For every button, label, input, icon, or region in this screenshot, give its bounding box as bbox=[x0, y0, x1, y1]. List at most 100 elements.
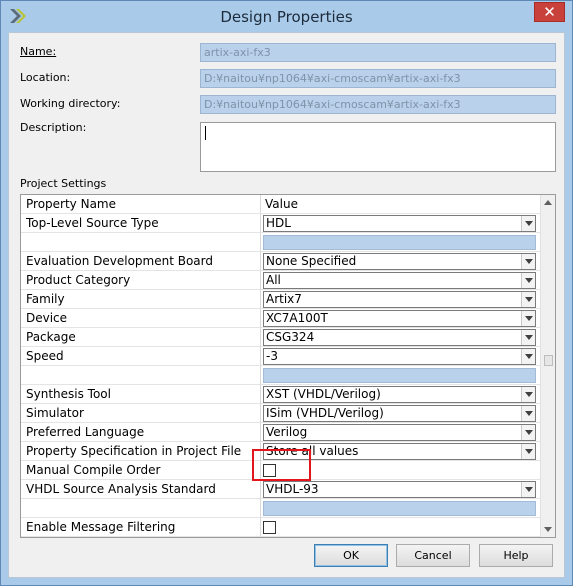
property-value-dropdown[interactable]: XST (VHDL/Verilog) bbox=[263, 386, 536, 403]
chevron-down-icon bbox=[544, 527, 552, 532]
property-name bbox=[21, 233, 261, 252]
annotation-highlight-box bbox=[252, 449, 311, 481]
dropdown-selected-value: Artix7 bbox=[266, 292, 302, 306]
property-row-speed: Speed -3 bbox=[21, 347, 540, 366]
property-value-dropdown[interactable]: Verilog bbox=[263, 424, 536, 441]
dropdown-selected-value: HDL bbox=[266, 216, 291, 230]
empty-value-field[interactable] bbox=[263, 235, 536, 250]
dropdown-arrow-icon[interactable] bbox=[521, 406, 535, 421]
property-value-dropdown[interactable]: -3 bbox=[263, 348, 536, 365]
dropdown-arrow-icon[interactable] bbox=[521, 273, 535, 288]
property-row-simulator: Simulator ISim (VHDL/Verilog) bbox=[21, 404, 540, 423]
property-value-cell: None Specified bbox=[261, 252, 540, 271]
property-name: Product Category bbox=[21, 271, 261, 290]
dropdown-arrow-icon[interactable] bbox=[521, 216, 535, 231]
property-row-blank bbox=[21, 499, 540, 518]
property-value-cell: VHDL-93 bbox=[261, 480, 540, 499]
dropdown-selected-value: VHDL-93 bbox=[266, 482, 319, 496]
property-name: Speed bbox=[21, 347, 261, 366]
dropdown-arrow-icon[interactable] bbox=[521, 349, 535, 364]
property-name-header: Property Name bbox=[21, 195, 261, 214]
name-label: Name: bbox=[20, 45, 56, 58]
property-value-cell: XC7A100T bbox=[261, 309, 540, 328]
description-field[interactable] bbox=[200, 122, 556, 172]
property-checkbox[interactable] bbox=[263, 521, 276, 534]
empty-value-field[interactable] bbox=[263, 501, 536, 516]
ok-button[interactable]: OK bbox=[314, 544, 388, 567]
property-name: Top-Level Source Type bbox=[21, 214, 261, 233]
property-value-cell bbox=[261, 518, 540, 537]
title-bar[interactable]: Design Properties ✕ bbox=[1, 1, 572, 33]
dialog-body: Name: artix-axi-fx3 Location: D:¥naitou¥… bbox=[8, 32, 565, 578]
property-value-dropdown[interactable]: CSG324 bbox=[263, 329, 536, 346]
property-row-blank bbox=[21, 233, 540, 252]
dropdown-arrow-icon[interactable] bbox=[521, 444, 535, 459]
property-value-cell: -3 bbox=[261, 347, 540, 366]
dropdown-arrow-icon[interactable] bbox=[521, 425, 535, 440]
cancel-button[interactable]: Cancel bbox=[396, 544, 470, 567]
property-value-dropdown[interactable]: Artix7 bbox=[263, 291, 536, 308]
value-header: Value bbox=[261, 195, 540, 214]
working-directory-field[interactable]: D:¥naitou¥np1064¥axi-cmoscam¥artix-axi-f… bbox=[200, 95, 556, 114]
scroll-down-button[interactable] bbox=[541, 522, 555, 537]
property-value-dropdown[interactable]: ISim (VHDL/Verilog) bbox=[263, 405, 536, 422]
property-row-family: Family Artix7 bbox=[21, 290, 540, 309]
property-name bbox=[21, 499, 261, 518]
property-row-product-category: Product Category All bbox=[21, 271, 540, 290]
help-button[interactable]: Help bbox=[479, 544, 553, 567]
property-value-cell bbox=[261, 366, 540, 385]
location-field[interactable]: D:¥naitou¥np1064¥axi-cmoscam¥artix-axi-f… bbox=[200, 69, 556, 88]
property-row-synthesis-tool: Synthesis Tool XST (VHDL/Verilog) bbox=[21, 385, 540, 404]
grid-header: Property Name Value bbox=[21, 195, 540, 214]
property-value-dropdown[interactable]: None Specified bbox=[263, 253, 536, 270]
property-name: Family bbox=[21, 290, 261, 309]
property-value-dropdown[interactable]: XC7A100T bbox=[263, 310, 536, 327]
property-value-dropdown[interactable]: HDL bbox=[263, 215, 536, 232]
dropdown-selected-value: Verilog bbox=[266, 425, 308, 439]
empty-value-field[interactable] bbox=[263, 368, 536, 383]
property-value-cell: Verilog bbox=[261, 423, 540, 442]
dropdown-selected-value: -3 bbox=[266, 349, 278, 363]
vertical-scrollbar[interactable] bbox=[540, 195, 555, 537]
property-grid: Property Name Value Top-Level Source Typ… bbox=[20, 194, 556, 538]
property-name: Synthesis Tool bbox=[21, 385, 261, 404]
property-row-blank bbox=[21, 366, 540, 385]
property-name: VHDL Source Analysis Standard bbox=[21, 480, 261, 499]
description-label: Description: bbox=[20, 121, 87, 134]
property-name: Device bbox=[21, 309, 261, 328]
scroll-up-button[interactable] bbox=[541, 195, 555, 210]
property-name: Preferred Language bbox=[21, 423, 261, 442]
dropdown-arrow-icon[interactable] bbox=[521, 292, 535, 307]
property-grid-rows: Property Name Value Top-Level Source Typ… bbox=[21, 195, 540, 537]
window-title: Design Properties bbox=[220, 8, 353, 26]
property-value-cell bbox=[261, 499, 540, 518]
property-name: Package bbox=[21, 328, 261, 347]
property-value-cell: CSG324 bbox=[261, 328, 540, 347]
property-row-evaluation-development-board: Evaluation Development Board None Specifi… bbox=[21, 252, 540, 271]
property-value-cell: HDL bbox=[261, 214, 540, 233]
property-value-dropdown[interactable]: VHDL-93 bbox=[263, 481, 536, 498]
dropdown-arrow-icon[interactable] bbox=[521, 482, 535, 497]
property-name: Property Specification in Project File bbox=[21, 442, 261, 461]
scrollbar-thumb[interactable] bbox=[544, 355, 553, 366]
name-field[interactable]: artix-axi-fx3 bbox=[200, 43, 556, 62]
dropdown-arrow-icon[interactable] bbox=[521, 254, 535, 269]
dropdown-selected-value: XST (VHDL/Verilog) bbox=[266, 387, 381, 401]
property-value-dropdown[interactable]: All bbox=[263, 272, 536, 289]
property-row-device: Device XC7A100T bbox=[21, 309, 540, 328]
property-value-cell: ISim (VHDL/Verilog) bbox=[261, 404, 540, 423]
property-name: Manual Compile Order bbox=[21, 461, 261, 480]
property-name: Enable Message Filtering bbox=[21, 518, 261, 537]
property-row-package: Package CSG324 bbox=[21, 328, 540, 347]
dropdown-arrow-icon[interactable] bbox=[521, 387, 535, 402]
close-button[interactable]: ✕ bbox=[534, 2, 565, 22]
property-name bbox=[21, 366, 261, 385]
text-caret bbox=[205, 126, 206, 140]
dropdown-selected-value: ISim (VHDL/Verilog) bbox=[266, 406, 384, 420]
chevron-up-icon bbox=[544, 200, 552, 205]
dropdown-arrow-icon[interactable] bbox=[521, 311, 535, 326]
dropdown-arrow-icon[interactable] bbox=[521, 330, 535, 345]
project-settings-label: Project Settings bbox=[20, 177, 107, 190]
property-value-cell: All bbox=[261, 271, 540, 290]
location-label: Location: bbox=[20, 71, 71, 84]
